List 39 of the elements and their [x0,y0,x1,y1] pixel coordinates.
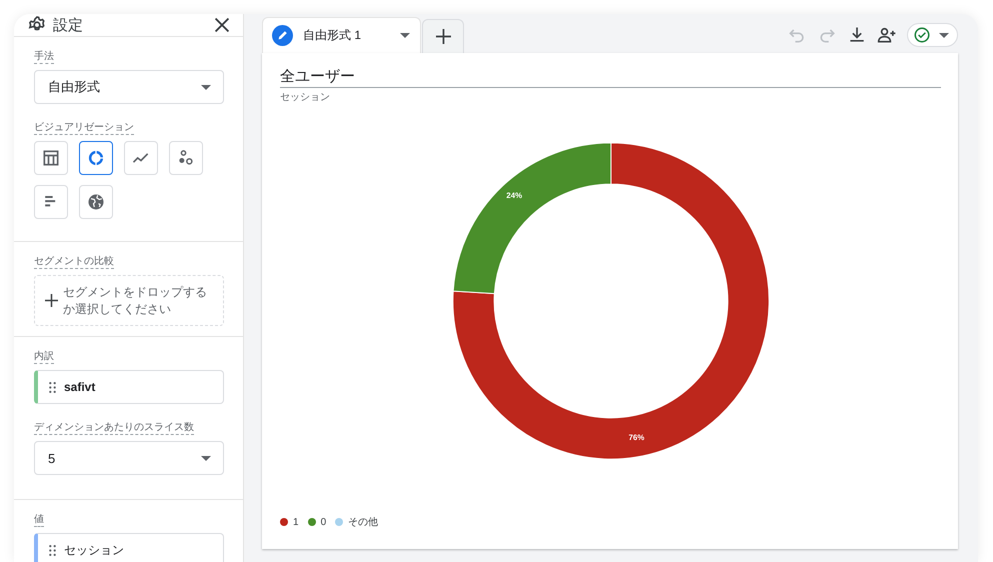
caret-icon [201,84,211,90]
table-icon [41,148,61,168]
status-button[interactable] [907,23,958,47]
share-button[interactable] [877,25,897,45]
metric-chip[interactable]: セッション [34,533,224,562]
technique-dropdown[interactable]: 自由形式 [34,70,224,104]
field-label: 値 [34,513,44,527]
caret-icon [939,32,949,38]
report-tab[interactable]: 自由形式 1 [262,17,421,53]
panel-title: 設定 [53,16,83,34]
data-label: 76% [628,433,644,442]
chart-subtitle: セッション [280,91,330,104]
drag-handle-icon [49,382,56,392]
legend-label: 1 [293,516,299,528]
slices-dropdown[interactable]: 5 [34,441,224,475]
field-label: 内訳 [34,350,54,364]
globe-icon [86,192,106,212]
add-person-icon [877,25,897,45]
pencil-icon [272,25,293,46]
data-label: 24% [506,190,522,200]
legend-label: その他 [348,516,378,529]
caret-icon [201,456,211,460]
drag-handle-icon [49,544,56,556]
caret-icon [400,33,410,38]
plus-icon [45,294,58,307]
field-label: ディメンションあたりのスライス数 [34,421,194,435]
visualization-option[interactable] [79,141,113,175]
plus-icon [436,29,450,44]
donut-chart-icon [86,148,106,168]
legend-label: 0 [320,516,326,528]
field-label: 手法 [34,50,54,64]
drop-hint: セグメントをドロップするか選択してください [63,284,208,318]
segment-drop-zone[interactable]: セグメントをドロップするか選択してください [34,275,224,326]
chart-title: 全ユーザー [280,67,941,88]
dimension-chip[interactable]: safivt [34,370,224,404]
add-tab-button[interactable] [422,19,464,53]
check-circle-icon [913,26,931,44]
field-label: セグメントの比較 [34,255,114,269]
field-label: ビジュアリゼーション [34,121,134,135]
